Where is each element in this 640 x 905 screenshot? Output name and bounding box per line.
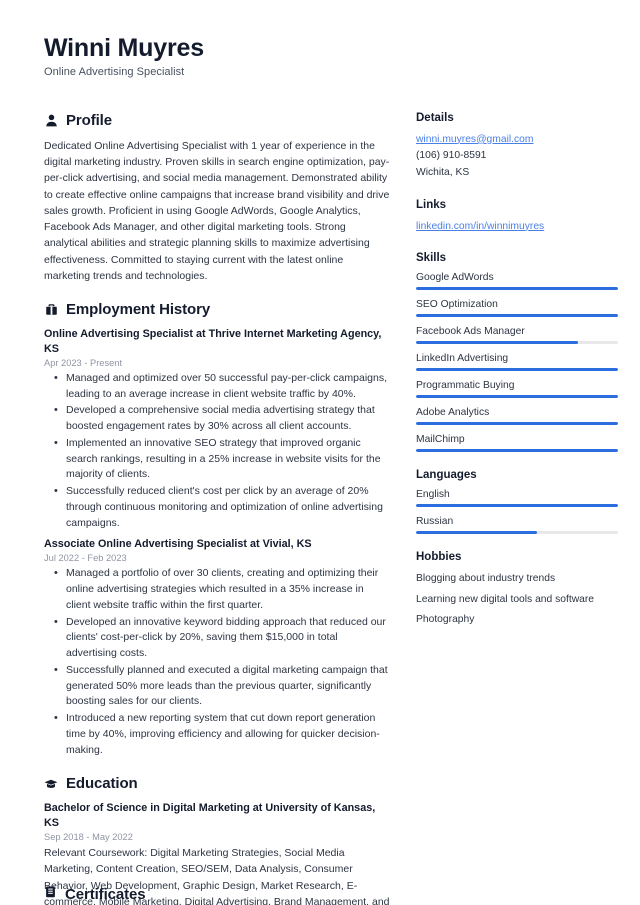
sidebar-hobbies: Hobbies Blogging about industry trends L… [416, 551, 618, 627]
sidebar-languages: Languages English Russian [416, 469, 618, 535]
skill-label: Facebook Ads Manager [416, 326, 525, 338]
phone-text: (106) 910-8591 [416, 150, 487, 162]
sidebar-column: Details winni.muyres@gmail.com (106) 910… [404, 112, 618, 645]
list-item: Implemented an innovative SEO strategy t… [44, 435, 390, 483]
language-meter [416, 504, 618, 508]
list-item: Managed and optimized over 50 successful… [44, 370, 390, 403]
sidebar-links: Links linkedin.com/in/winnimuyres [416, 199, 618, 236]
briefcase-icon [44, 303, 58, 317]
language-row: English [416, 489, 618, 508]
skill-row: Adobe Analytics [416, 407, 618, 426]
email-link[interactable]: winni.muyres@gmail.com [416, 132, 618, 149]
profile-text: Dedicated Online Advertising Specialist … [44, 139, 390, 282]
sidebar-title-hobbies: Hobbies [416, 551, 462, 564]
skill-label: MailChimp [416, 434, 465, 446]
list-item: Successfully reduced client's cost per c… [44, 483, 390, 531]
section-title-certificates: Certificates [65, 885, 146, 903]
skill-row: MailChimp [416, 434, 618, 453]
sidebar-title-skills: Skills [416, 252, 447, 265]
section-header-employment: Employment History [44, 301, 390, 318]
person-icon [44, 113, 58, 127]
skill-meter-fill [416, 422, 618, 426]
language-meter [416, 531, 618, 535]
sidebar-title-links: Links [416, 198, 447, 211]
skill-meter [416, 449, 618, 453]
sidebar-details: Details winni.muyres@gmail.com (106) 910… [416, 112, 618, 182]
section-profile: Profile Dedicated Online Advertising Spe… [44, 112, 390, 284]
list-item: Developed an innovative keyword bidding … [44, 614, 390, 662]
skill-meter-fill [416, 449, 618, 453]
language-meter-fill [416, 504, 618, 508]
section-employment: Employment History Online Advertising Sp… [44, 301, 390, 758]
skill-meter-fill [416, 368, 618, 372]
skill-meter [416, 287, 618, 291]
skill-label: Google AdWords [416, 272, 494, 284]
section-title-profile: Profile [66, 111, 112, 129]
skill-label: Adobe Analytics [416, 407, 490, 419]
section-title-employment: Employment History [66, 301, 211, 319]
employment-entry-bullets: Managed and optimized over 50 successful… [44, 370, 390, 532]
employment-entry-date: Jul 2022 - Feb 2023 [44, 553, 127, 564]
skill-label: LinkedIn Advertising [416, 353, 509, 365]
section-header-education: Education [44, 775, 390, 792]
skill-row: Facebook Ads Manager [416, 326, 618, 345]
section-header-profile: Profile [44, 112, 390, 129]
list-item: Introduced a new reporting system that c… [44, 710, 390, 758]
list-item: Developed a comprehensive social media a… [44, 402, 390, 435]
skill-label: SEO Optimization [416, 299, 498, 311]
section-title-education: Education [66, 775, 138, 793]
skill-row: Programmatic Buying [416, 380, 618, 399]
skill-row: SEO Optimization [416, 299, 618, 318]
list-item: Managed a portfolio of over 30 clients, … [44, 565, 390, 613]
candidate-job-title: Online Advertising Specialist [44, 65, 185, 78]
resume-page: Winni Muyres Online Advertising Speciali… [0, 0, 640, 905]
skill-meter [416, 422, 618, 426]
hobby-item: Blogging about industry trends [416, 573, 556, 585]
skill-row: Google AdWords [416, 272, 618, 291]
resume-body: Profile Dedicated Online Advertising Spe… [22, 112, 618, 905]
employment-entry-title: Associate Online Advertising Specialist … [44, 538, 312, 551]
skill-meter-fill [416, 314, 618, 318]
linkedin-link[interactable]: linkedin.com/in/winnimuyres [416, 219, 618, 236]
skill-meter [416, 341, 618, 345]
education-entry-title: Bachelor of Science in Digital Marketing… [44, 802, 376, 830]
skill-meter-fill [416, 341, 578, 345]
sidebar-skills: Skills Google AdWords SEO Optimization F… [416, 252, 618, 453]
language-label: English [416, 489, 450, 501]
language-label: Russian [416, 516, 454, 528]
sidebar-title-details: Details [416, 111, 454, 124]
resume-header: Winni Muyres Online Advertising Speciali… [22, 34, 618, 78]
list-item: Successfully planned and executed a digi… [44, 662, 390, 710]
language-meter-fill [416, 531, 538, 535]
employment-entry: Associate Online Advertising Specialist … [44, 537, 390, 758]
graduation-cap-icon [44, 777, 58, 791]
skill-label: Programmatic Buying [416, 380, 515, 392]
employment-entry-bullets: Managed a portfolio of over 30 clients, … [44, 565, 390, 758]
skill-meter-fill [416, 395, 618, 399]
section-header-certificates: Certificates [44, 885, 146, 903]
language-row: Russian [416, 516, 618, 535]
candidate-name: Winni Muyres [44, 34, 204, 62]
location-text: Wichita, KS [416, 167, 470, 179]
sidebar-title-languages: Languages [416, 469, 477, 482]
skill-row: LinkedIn Advertising [416, 353, 618, 372]
hobby-item: Learning new digital tools and software [416, 593, 595, 605]
skill-meter-fill [416, 287, 618, 291]
employment-entry: Online Advertising Specialist at Thrive … [44, 327, 390, 531]
employment-entry-title: Online Advertising Specialist at Thrive … [44, 328, 382, 356]
hobby-item: Photography [416, 614, 475, 626]
skill-meter [416, 314, 618, 318]
skill-meter [416, 368, 618, 372]
skill-meter [416, 395, 618, 399]
education-entry-date: Sep 2018 - May 2022 [44, 832, 133, 843]
employment-entry-date: Apr 2023 - Present [44, 357, 123, 368]
main-column: Profile Dedicated Online Advertising Spe… [22, 112, 404, 905]
clipboard-icon [44, 885, 57, 903]
